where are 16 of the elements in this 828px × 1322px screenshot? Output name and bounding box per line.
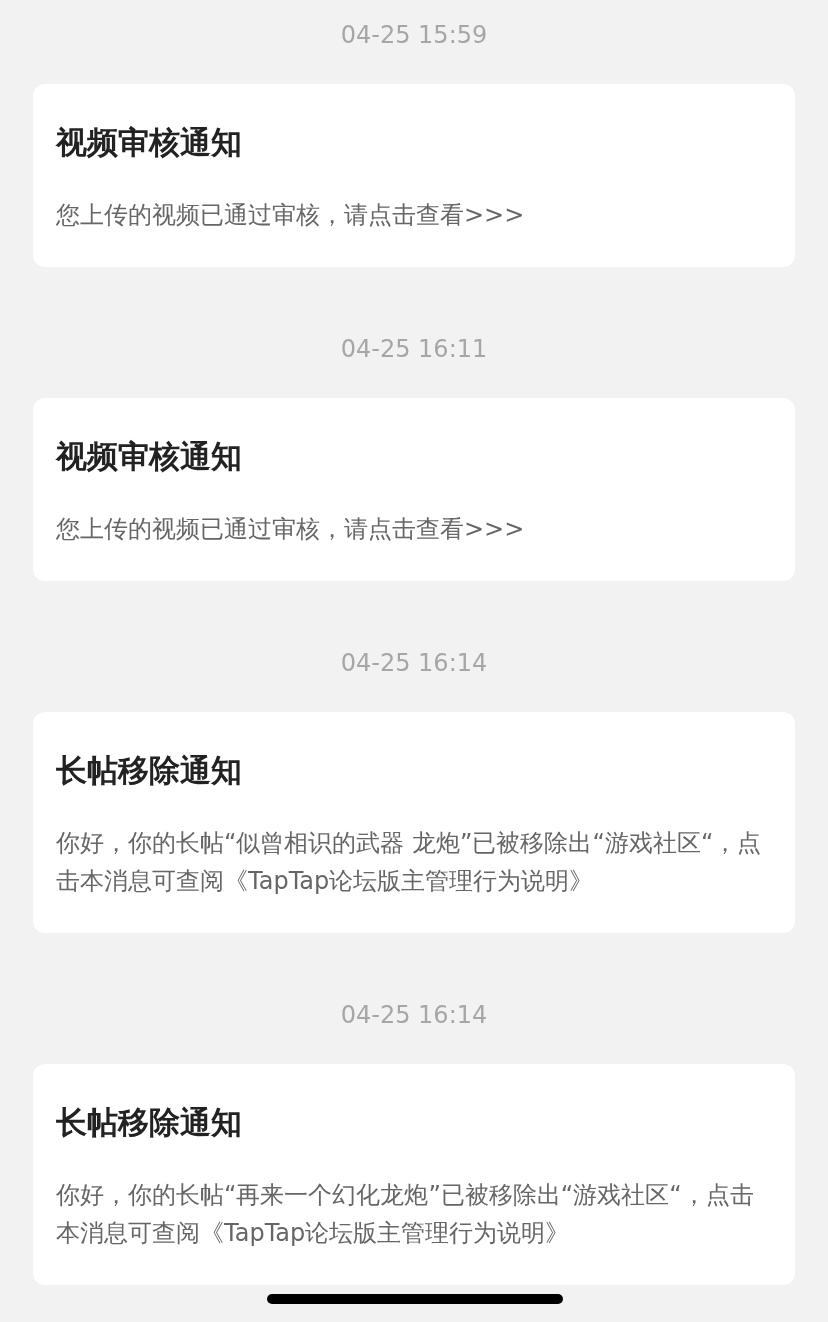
message-time: 04-25 16:14 xyxy=(340,648,488,678)
notification-card[interactable]: 视频审核通知 您上传的视频已通过审核，请点击查看>>> xyxy=(33,398,795,581)
notification-text: 你好，你的长帖“似曾相识的武器 龙炮”已被移除出“游戏社区“，点击本消息可查阅《TapTap论坛版主管理行为说明》 xyxy=(56,828,763,897)
notification-card[interactable]: 视频审核通知 您上传的视频已通过审核，请点击查看>>> xyxy=(33,84,795,267)
notification-text: 你好，你的长帖“再来一个幻化龙炮”已被移除出“游戏社区“，点击本消息可查阅《TapTap论坛版主管理行为说明》 xyxy=(56,1180,755,1249)
notification-title: 长帖移除通知 xyxy=(56,1103,243,1142)
message-time: 04-25 15:59 xyxy=(340,20,488,50)
notification-text: 您上传的视频已通过审核，请点击查看>>> xyxy=(56,200,526,231)
notification-text: 您上传的视频已通过审核，请点击查看>>> xyxy=(56,514,526,545)
message-time: 04-25 16:11 xyxy=(340,334,488,364)
notification-title: 视频审核通知 xyxy=(56,437,243,476)
message-time: 04-25 16:14 xyxy=(340,1000,488,1030)
notification-card[interactable]: 长帖移除通知 你好，你的长帖“再来一个幻化龙炮”已被移除出“游戏社区“，点击本消息可查阅《TapTap论坛版主管理行为说明》 xyxy=(33,1064,795,1285)
notification-card[interactable]: 长帖移除通知 你好，你的长帖“似曾相识的武器 龙炮”已被移除出“游戏社区“，点击本消息可查阅《TapTap论坛版主管理行为说明》 xyxy=(33,712,795,933)
notification-title: 视频审核通知 xyxy=(56,123,243,162)
notification-title: 长帖移除通知 xyxy=(56,751,243,790)
